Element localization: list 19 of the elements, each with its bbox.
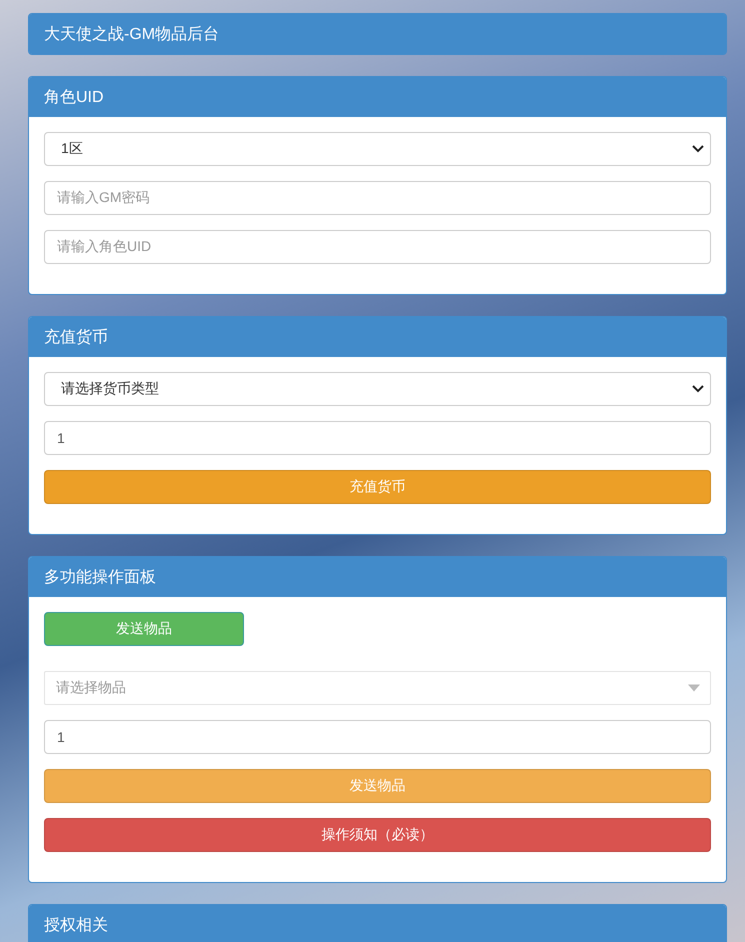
chevron-down-icon <box>692 145 704 153</box>
mode-button[interactable]: 发送物品 <box>44 612 244 646</box>
panel-heading: 授权相关 <box>29 905 726 942</box>
select-field[interactable]: 请选择货币类型 <box>44 372 711 406</box>
chevron-down-icon <box>692 385 704 393</box>
panel-heading: 多功能操作面板 <box>29 557 726 597</box>
action-button[interactable]: 发送物品 <box>44 769 711 803</box>
input-field[interactable]: 请输入GM密码 <box>44 181 711 215</box>
select-field[interactable]: 1区 <box>44 132 711 166</box>
action-button[interactable]: 充值货币 <box>44 470 711 504</box>
input-field[interactable]: 1 <box>44 720 711 754</box>
action-button[interactable]: 操作须知（必读） <box>44 818 711 852</box>
panel-heading: 充值货币 <box>29 317 726 357</box>
item-select-field[interactable]: 请选择物品 <box>44 671 711 705</box>
panel-heading: 角色UID <box>29 77 726 117</box>
input-field[interactable]: 1 <box>44 421 711 455</box>
page-title: 大天使之战-GM物品后台 <box>29 14 726 54</box>
dropdown-arrow-icon <box>688 684 700 692</box>
input-field[interactable]: 请输入角色UID <box>44 230 711 264</box>
